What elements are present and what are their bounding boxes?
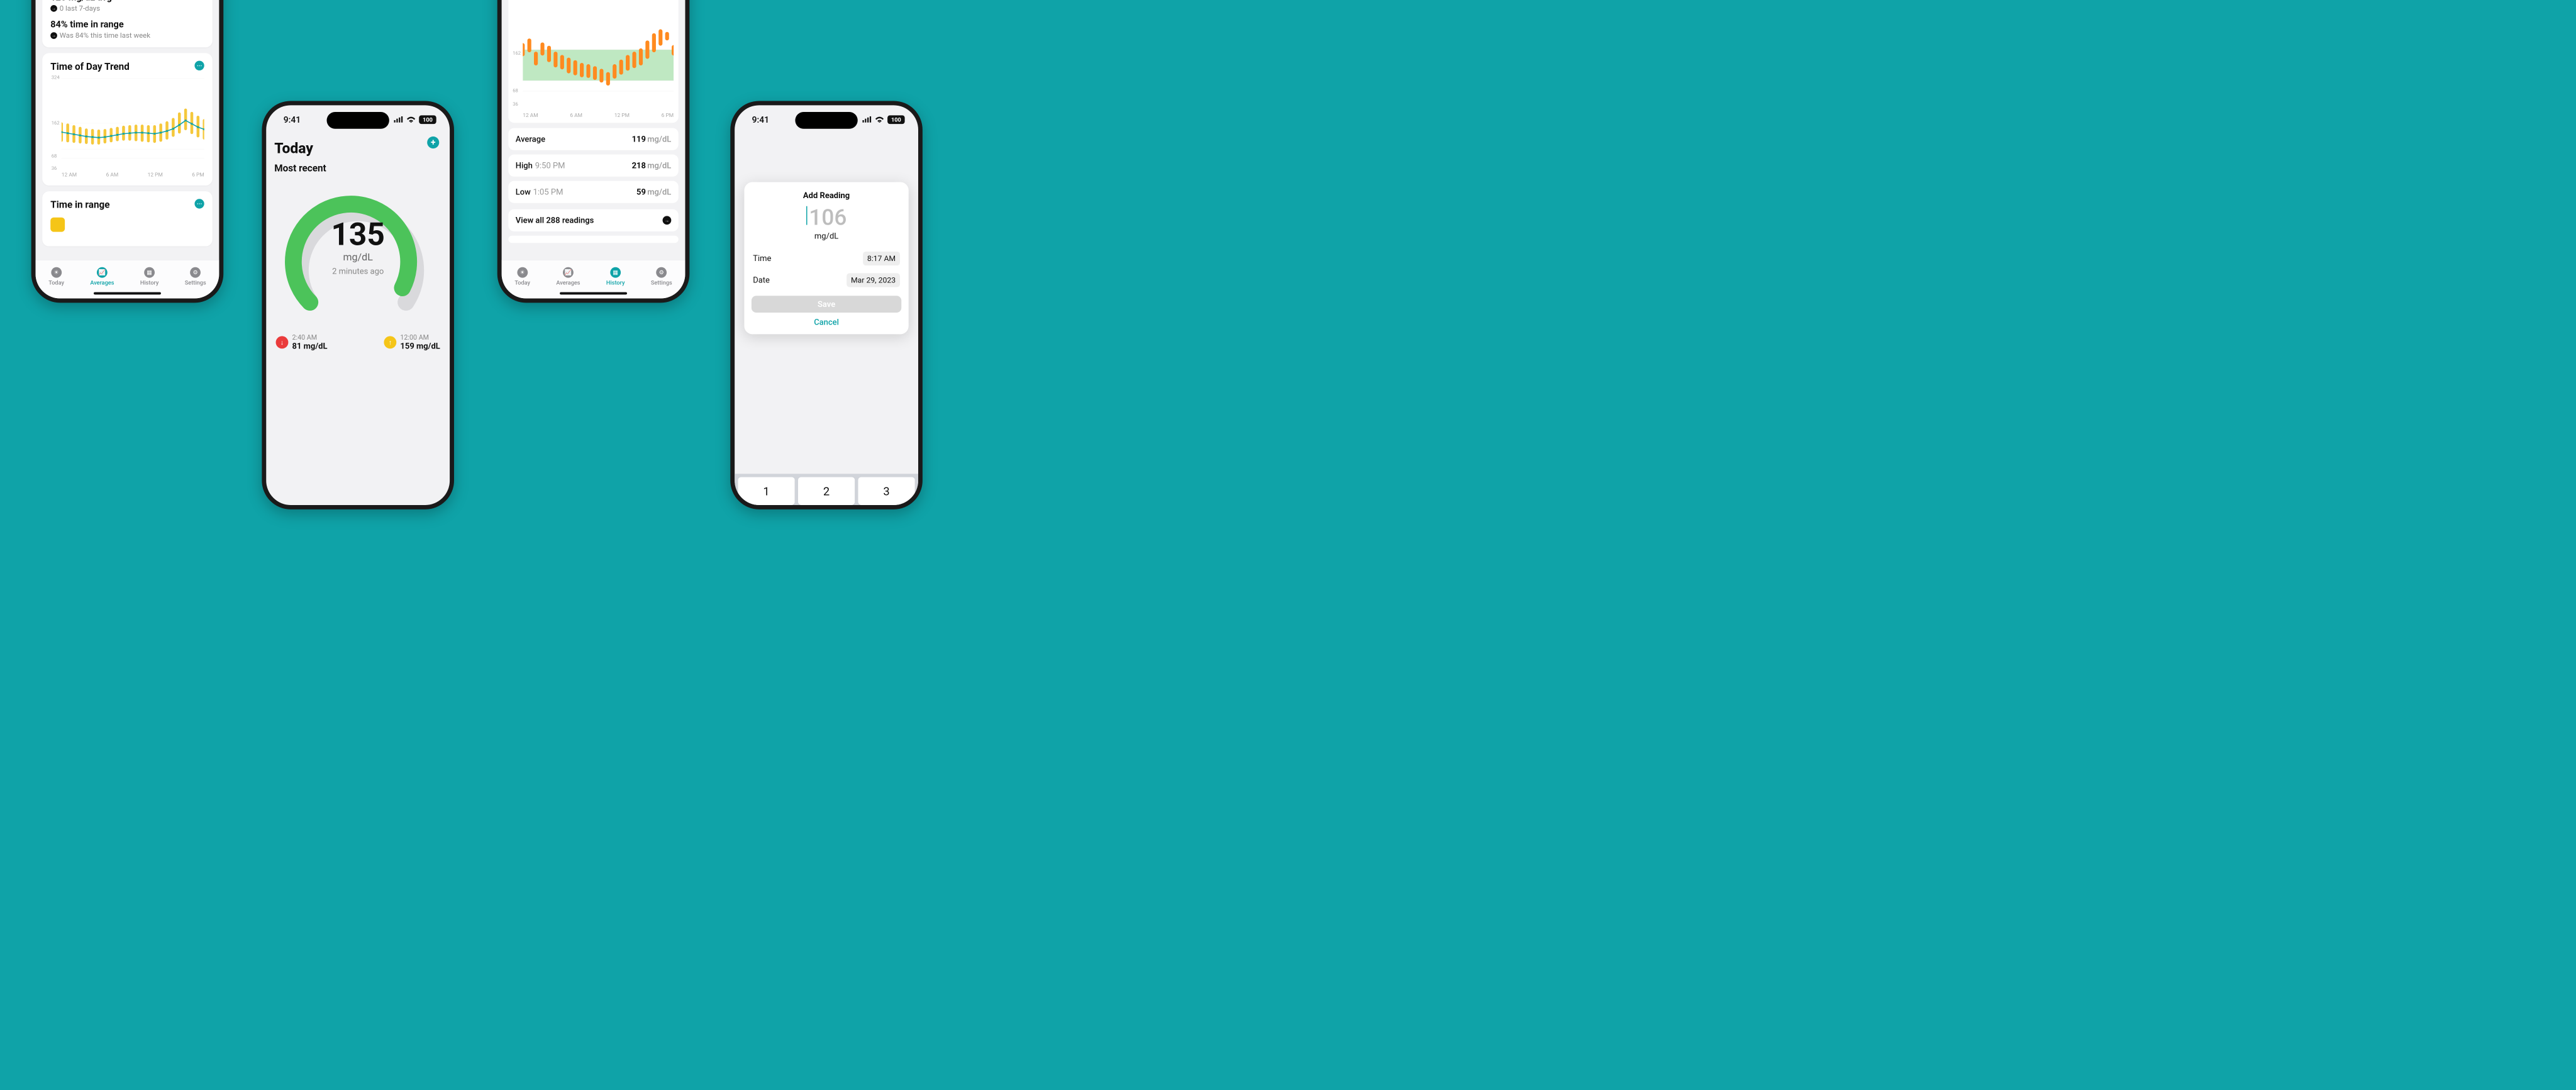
low-reading: ↓ 2:40 AM81 mg/dL xyxy=(276,333,328,351)
add-reading-button[interactable]: + xyxy=(427,136,439,148)
cellular-icon xyxy=(394,114,403,125)
row-low[interactable]: Low1:05 PM 59mg/dL xyxy=(508,181,678,203)
phone-today: 9:41 100 + Today Most recent xyxy=(262,101,454,509)
gear-icon: ⚙ xyxy=(656,267,667,278)
date-value[interactable]: Mar 29, 2023 xyxy=(847,273,900,287)
numeric-keyboard: 1 2 3 xyxy=(735,474,918,505)
phone-add-reading: 9:41 100 Add Reading 106 mg/dL Time 8:17… xyxy=(730,101,923,509)
more-icon[interactable]: ⋯ xyxy=(194,199,204,208)
reading-age: 2 minutes ago xyxy=(331,267,384,276)
arrow-down-icon: ↓ xyxy=(276,336,289,348)
row-high[interactable]: High9:50 PM 218mg/dL xyxy=(508,155,678,177)
chart-icon: 📈 xyxy=(563,267,574,278)
row-placeholder xyxy=(508,236,678,243)
card-time-of-day-trend[interactable]: ⋯ Time of Day Trend 324 162 68 36 12 AM6… xyxy=(42,53,212,185)
cellular-icon xyxy=(862,114,872,125)
avg-value: 128 mg/dL avg xyxy=(50,0,204,3)
reading-unit: mg/dL xyxy=(331,252,384,264)
card-time-in-range[interactable]: ⋯ Time in range xyxy=(42,191,212,246)
date-field[interactable]: Date Mar 29, 2023 xyxy=(752,269,901,291)
cancel-button[interactable]: Cancel xyxy=(752,318,901,327)
calendar-icon: ▦ xyxy=(144,267,155,278)
gear-icon: ⚙ xyxy=(190,267,201,278)
time-in-range-delta: → Was 84% this time last week xyxy=(50,31,204,40)
glucose-gauge: 135 mg/dL 2 minutes ago xyxy=(281,187,435,321)
reading-value: 135 xyxy=(331,216,384,253)
high-reading: ↑ 12:00 AM159 mg/dL xyxy=(384,333,440,351)
tab-today[interactable]: ☀Today xyxy=(48,267,64,286)
phone-averages: Last 7-days 128 mg/dL avg → 0 last 7-day… xyxy=(31,0,224,303)
arrow-up-icon: ↑ xyxy=(384,336,396,348)
tab-history[interactable]: ▦History xyxy=(140,267,159,286)
chart-icon: 📈 xyxy=(97,267,108,278)
tab-today[interactable]: ☀Today xyxy=(514,267,530,286)
sheet-title: Add Reading xyxy=(752,191,901,200)
dynamic-island xyxy=(795,112,857,129)
arrow-right-icon: → xyxy=(663,216,672,225)
chart-time-of-day: 324 162 68 36 12 AM6 AM12 PM6 PM xyxy=(50,74,204,177)
reading-unit: mg/dL xyxy=(752,231,901,241)
day-chart[interactable]: 324 162 68 36 12 AM6 AM12 PM6 PM xyxy=(508,0,678,123)
clock: 9:41 xyxy=(284,114,301,125)
avg-delta: → 0 last 7-days xyxy=(50,4,204,12)
section-subtitle: Most recent xyxy=(266,159,450,179)
card-title: Time of Day Trend xyxy=(50,61,204,72)
range-swatch xyxy=(50,218,65,232)
save-button[interactable]: Save xyxy=(752,296,901,313)
tab-settings[interactable]: ⚙Settings xyxy=(651,267,672,286)
card-title: Time in range xyxy=(50,199,204,210)
key-3[interactable]: 3 xyxy=(858,477,915,505)
add-reading-sheet: Add Reading 106 mg/dL Time 8:17 AM Date … xyxy=(744,182,908,335)
arrow-right-icon: → xyxy=(50,32,57,39)
card-last-7-days[interactable]: Last 7-days 128 mg/dL avg → 0 last 7-day… xyxy=(42,0,212,47)
page-title: Today xyxy=(266,134,450,159)
time-value[interactable]: 8:17 AM xyxy=(863,252,900,265)
calendar-icon: ▦ xyxy=(610,267,621,278)
tab-settings[interactable]: ⚙Settings xyxy=(185,267,206,286)
tab-averages[interactable]: 📈Averages xyxy=(90,267,114,286)
sun-icon: ☀ xyxy=(51,267,62,278)
text-cursor xyxy=(806,206,808,225)
more-icon[interactable]: ⋯ xyxy=(194,61,204,70)
battery-icon: 100 xyxy=(419,115,436,124)
dynamic-island xyxy=(327,112,389,129)
wifi-icon xyxy=(875,114,884,125)
sun-icon: ☀ xyxy=(517,267,528,278)
tab-history[interactable]: ▦History xyxy=(606,267,625,286)
row-view-all[interactable]: View all 288 readings → xyxy=(508,209,678,231)
arrow-right-icon: → xyxy=(50,5,57,12)
time-field[interactable]: Time 8:17 AM xyxy=(752,248,901,269)
clock: 9:41 xyxy=(752,114,769,125)
home-indicator[interactable] xyxy=(94,292,161,295)
reading-input[interactable]: 106 xyxy=(752,204,901,230)
phone-history: Tuesday, March 28, 2023 324 162 68 36 12… xyxy=(497,0,690,303)
key-2[interactable]: 2 xyxy=(798,477,855,505)
tab-averages[interactable]: 📈Averages xyxy=(556,267,580,286)
wifi-icon xyxy=(406,114,416,125)
key-1[interactable]: 1 xyxy=(738,477,795,505)
battery-icon: 100 xyxy=(887,115,905,124)
time-in-range-value: 84% time in range xyxy=(50,19,204,30)
row-average[interactable]: Average 119mg/dL xyxy=(508,128,678,150)
home-indicator[interactable] xyxy=(560,292,627,295)
